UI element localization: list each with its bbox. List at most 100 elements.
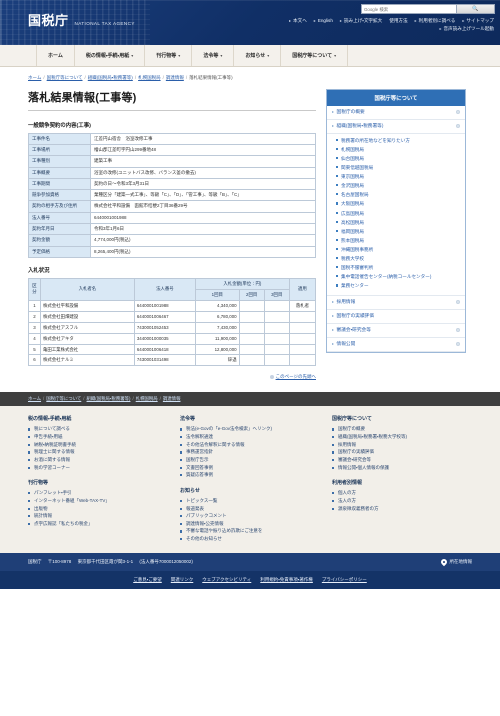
sidebar-link-1[interactable]: 国税庁の実績評価 [327,310,465,324]
footer-link-1-1-5[interactable]: その他のお知らせ [180,535,320,543]
footer-link-1-0-4[interactable]: 国税庁告示 [180,456,320,464]
util-link-1[interactable]: English [314,18,333,24]
footer-bottom-link-1[interactable]: 関連リンク [171,577,194,583]
footer-link-2-1-1[interactable]: 法人の方 [332,497,472,505]
footer-link-1-0-5[interactable]: 文書回答事例 [180,464,320,472]
util-link-3[interactable]: 使用方法 [389,18,407,24]
util-link-0[interactable]: 本文へ [289,18,307,24]
page-title: 落札結果情報(工事等) [28,89,316,111]
util-link-voice-0[interactable]: 音声読み上げツール起動 [439,26,494,32]
footer-link-0-0-4[interactable]: お酒に関する情報 [28,456,168,464]
footer-corp-number: (法人番号7000012050002) [139,558,193,564]
footer-link-2-0-1[interactable]: 組織(国税局・税務署・税務大学校等) [332,433,472,441]
footer-heading-2-0: 国税庁等について [332,416,372,423]
footer-link-1-1-2[interactable]: パブリックコメント [180,512,320,520]
util-link-4[interactable]: 利用者別に調べる [415,18,456,24]
gnav-item-label: 法令等 [203,53,219,59]
sidebar-bureau-0[interactable]: 税務署の所在地などを知りたい方 [336,136,460,145]
footer-breadcrumb-item-2[interactable]: 組織(国税局・税務署等) [87,396,131,401]
sidebar-bureau-3[interactable]: 関東信越国税局 [336,163,460,172]
gnav-spacer [348,45,464,66]
footer-link-1-1-4[interactable]: 不審な電話や振り込め詐欺にご注意を [180,527,320,535]
footer-link-1-0-6[interactable]: 質疑応答事例 [180,471,320,479]
footer-link-1-1-0[interactable]: トピックス一覧 [180,497,320,505]
sidebar-bureau-14[interactable]: 国税不服審判所 [336,263,460,272]
sidebar-link-2[interactable]: 審議会・研究会等 [327,324,465,338]
footer-breadcrumb-item-0[interactable]: ホーム [28,396,41,401]
sidebar-bureau-11[interactable]: 熊本国税局 [336,236,460,245]
sidebar-bureau-2[interactable]: 仙台国税局 [336,154,460,163]
bid-table-head: 区分 入札者名 法人番号 入札金額(単位：円) 適用 1回目 2回目 3回目 [28,277,317,301]
sidebar-link-0[interactable]: 採用情報 [327,296,465,310]
sidebar-bureau-5[interactable]: 金沢国税局 [336,181,460,190]
sidebar-bureau-9[interactable]: 高松国税局 [336,218,460,227]
sidebar-bureau-1[interactable]: 札幌国税局 [336,145,460,154]
footer-link-0-0-0[interactable]: 税について調べる [28,425,168,433]
breadcrumb-item-2[interactable]: 組織(国税局・税務署等) [88,75,133,80]
footer-link-0-0-1[interactable]: 申告手続・用紙 [28,433,168,441]
footer-link-1-0-0[interactable]: 税法(e-Govの「e-Gov法令検索」へリンク) [180,425,320,433]
footer-bottom-link-4[interactable]: プライバシーポリシー [322,577,367,583]
gnav-item-1[interactable]: 税の情報・手続・用紙 ▾ [75,45,146,66]
page-top-link[interactable]: このページの先頭へ [276,374,316,379]
gnav-item-3[interactable]: 法令等 ▾ [192,45,235,66]
footer-zip: 〒100-8978 [47,558,72,564]
sidebar-bureau-8[interactable]: 広島国税局 [336,209,460,218]
footer-bottom-links: ご意見・ご要望 関連リンク ウェブアクセシビリティ 利用規約・免責事項・著作権 プライバ… [0,570,500,589]
footer-link-0-1-0[interactable]: パンフレット・手引 [28,489,168,497]
footer-link-2-0-0[interactable]: 国税庁の概要 [332,425,472,433]
footer-link-2-1-2[interactable]: 源泉徴収義務者の方 [332,505,472,513]
footer-link-0-1-3[interactable]: 統計情報 [28,512,168,520]
search-button[interactable]: 🔍 [457,4,495,14]
footer-link-0-0-3[interactable]: 税理士に関する情報 [28,448,168,456]
site-logo[interactable]: 国税庁 NATIONAL TAX AGENCY [28,10,135,29]
footer-link-2-0-4[interactable]: 審議会・研究会等 [332,456,472,464]
footer-breadcrumb-item-1[interactable]: 国税庁等について [46,396,81,401]
breadcrumb-item-0[interactable]: ホーム [28,75,41,80]
sidebar-bureau-15[interactable]: 集中電話催告センター(納税コールセンター) [336,272,460,281]
footer-link-0-0-5[interactable]: 税の学習コーナー [28,464,168,472]
gnav-item-2[interactable]: 刊行物等 ▾ [145,45,193,66]
footer-link-0-1-2[interactable]: 出版物 [28,505,168,513]
util-link-2[interactable]: 読み上げ・文字拡大 [340,18,382,24]
footer-link-1-1-1[interactable]: 報道発表 [180,505,320,513]
sidebar-item-organization[interactable]: 組織(国税局・税務署等) [327,120,465,134]
footer-link-0-1-4[interactable]: 点字広報誌「私たちの税金」 [28,520,168,528]
footer-link-0-1-1[interactable]: インターネット番組「Web-TAX-TV」 [28,497,168,505]
footer-bottom-link-3[interactable]: 利用規約・免責事項・著作権 [260,577,313,583]
gnav-item-5[interactable]: 国税庁等について ▾ [281,45,349,66]
sidebar-bureau-16[interactable]: 業務センター [336,281,460,290]
breadcrumb-item-3[interactable]: 札幌国税局 [138,75,161,80]
footer-bottom-link-2[interactable]: ウェブアクセシビリティ [202,577,251,583]
site-header: 国税庁 NATIONAL TAX AGENCY 🔍 本文へ English 読み上げ… [0,0,500,45]
footer-link-1-0-1[interactable]: 法令解釈通達 [180,433,320,441]
search-input[interactable] [361,4,457,14]
sidebar-bureau-4[interactable]: 東京国税局 [336,172,460,181]
footer-link-2-0-2[interactable]: 採用情報 [332,441,472,449]
footer-link-0-0-2[interactable]: 納税・納税証明書手続 [28,441,168,449]
util-link-5[interactable]: サイトマップ [462,18,494,24]
sidebar-bureau-13[interactable]: 税務大学校 [336,254,460,263]
sidebar-bureau-10[interactable]: 福岡国税局 [336,227,460,236]
gnav-item-4[interactable]: お知らせ ▾ [234,45,282,66]
footer-breadcrumb-item-4[interactable]: 調達情報 [163,396,181,401]
footer-link-1-0-2[interactable]: その他法令解釈に関する情報 [180,441,320,449]
gnav-item-0[interactable]: ホーム [36,45,75,66]
breadcrumb-item-1[interactable]: 国税庁等について [47,75,83,80]
footer-link-2-0-5[interactable]: 情報公開・個人情報の保護 [332,464,472,472]
table-row: 4 株式会社アキタ 3440001000035 11,900,000 [28,332,317,345]
sidebar-link-3[interactable]: 情報公開 [327,338,465,352]
footer-link-2-1-0[interactable]: 個人の方 [332,489,472,497]
footer-bottom-link-0[interactable]: ご意見・ご要望 [133,577,162,583]
footer-link-1-0-3[interactable]: 事務運営指針 [180,448,320,456]
footer-link-2-0-3[interactable]: 国税庁の実績評価 [332,448,472,456]
footer-breadcrumb-item-3[interactable]: 札幌国税局 [136,396,158,401]
sidebar-bureau-12[interactable]: 沖縄国税事務所 [336,245,460,254]
footer-location-link[interactable]: 所在地情報 [439,557,472,566]
sidebar-item-overview[interactable]: 国税庁の概要 [327,106,465,120]
footer-link-1-1-3[interactable]: 調達情報・公売情報 [180,520,320,528]
bid-cell-6 [288,310,317,323]
sidebar-bureau-7[interactable]: 大阪国税局 [336,199,460,208]
sidebar-bureau-6[interactable]: 名古屋国税局 [336,190,460,199]
breadcrumb-item-4[interactable]: 調達情報 [166,75,184,80]
